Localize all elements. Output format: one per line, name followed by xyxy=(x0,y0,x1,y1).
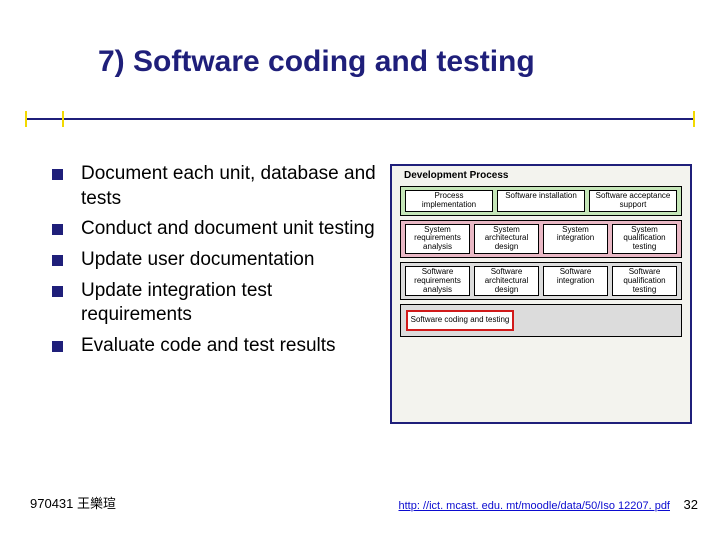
diagram-body: Process implementation Software installa… xyxy=(400,186,682,337)
diagram-cell: Software qualification testing xyxy=(612,266,677,296)
bullet-icon xyxy=(52,255,63,266)
diagram-row: Software requirements analysis Software … xyxy=(400,262,682,300)
diagram-cell: Software architectural design xyxy=(474,266,539,296)
list-item: Update integration test requirements xyxy=(52,279,382,328)
diagram-title: Development Process xyxy=(404,170,509,181)
diagram-row: System requirements analysis System arch… xyxy=(400,220,682,258)
bullet-text: Document each unit, database and tests xyxy=(81,162,382,211)
development-process-diagram: Development Process Process implementati… xyxy=(390,164,692,424)
bullet-icon xyxy=(52,341,63,352)
diagram-cell: Software integration xyxy=(543,266,608,296)
diagram-cell: Software requirements analysis xyxy=(405,266,470,296)
bullet-text: Evaluate code and test results xyxy=(81,334,336,359)
diagram-cell: System architectural design xyxy=(474,224,539,254)
bullet-text: Update integration test requirements xyxy=(81,279,382,328)
diagram-row-highlight: Software coding and testing xyxy=(400,304,682,337)
diagram-row: Process implementation Software installa… xyxy=(400,186,682,216)
diagram-cell: System qualification testing xyxy=(612,224,677,254)
list-item: Update user documentation xyxy=(52,248,382,273)
title-tick-icon xyxy=(25,111,27,127)
page-number: 32 xyxy=(684,497,698,512)
diagram-cell: Software acceptance support xyxy=(589,190,677,212)
title-underline xyxy=(25,118,695,120)
title-tick-icon xyxy=(62,111,64,127)
diagram-cell: Software installation xyxy=(497,190,585,212)
bullet-icon xyxy=(52,169,63,180)
list-item: Conduct and document unit testing xyxy=(52,217,382,242)
bullet-text: Conduct and document unit testing xyxy=(81,217,375,242)
title-tick-icon xyxy=(693,111,695,127)
list-item: Evaluate code and test results xyxy=(52,334,382,359)
diagram-cell: Process implementation xyxy=(405,190,493,212)
diagram-cell-highlight: Software coding and testing xyxy=(406,310,514,331)
bullet-icon xyxy=(52,224,63,235)
slide-title: 7) Software coding and testing xyxy=(98,45,535,79)
bullet-icon xyxy=(52,286,63,297)
bullet-text: Update user documentation xyxy=(81,248,314,273)
diagram-cell: System requirements analysis xyxy=(405,224,470,254)
footer-author: 970431 王樂瑄 xyxy=(30,493,116,512)
diagram-cell: System integration xyxy=(543,224,608,254)
list-item: Document each unit, database and tests xyxy=(52,162,382,211)
slide: 7) Software coding and testing Document … xyxy=(0,0,720,540)
bullet-list: Document each unit, database and tests C… xyxy=(52,162,382,365)
footer-link[interactable]: http: //ict. mcast. edu. mt/moodle/data/… xyxy=(399,500,671,512)
